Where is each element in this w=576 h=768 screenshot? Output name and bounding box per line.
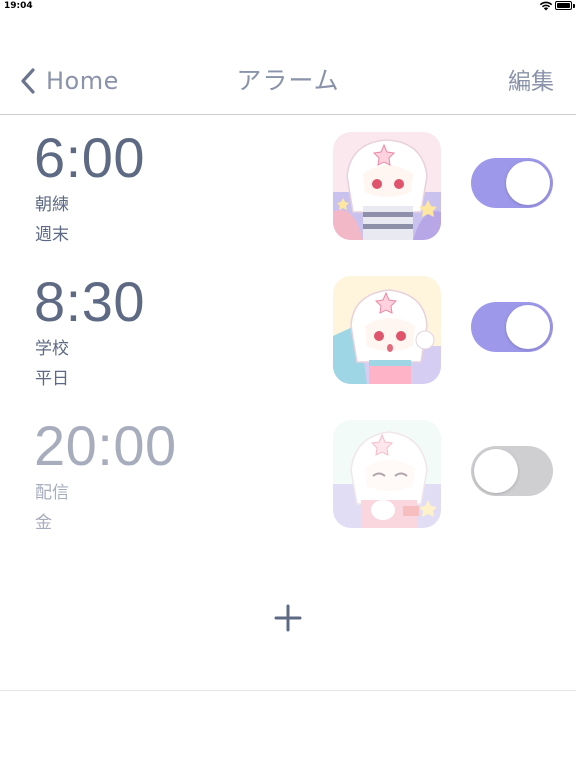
alarm-label: 朝練 — [35, 195, 69, 215]
alarm-time: 6:00 — [34, 126, 145, 189]
alarm-time: 20:00 — [34, 414, 177, 477]
alarm-row[interactable]: 6:00 朝練 週末 — [0, 116, 576, 260]
alarm-label: 学校 — [35, 339, 69, 359]
alarm-time: 8:30 — [34, 270, 145, 333]
wifi-icon — [539, 1, 553, 11]
toggle-knob — [506, 305, 550, 349]
alarm-character-image — [333, 420, 441, 528]
alarm-character-image — [333, 132, 441, 240]
alarm-repeat: 平日 — [35, 369, 69, 389]
status-time: 19:04 — [4, 1, 33, 11]
status-bar: 19:04 — [0, 0, 576, 14]
alarm-label: 配信 — [35, 483, 69, 503]
toggle-knob — [506, 161, 550, 205]
edit-button[interactable]: 編集 — [508, 65, 554, 99]
alarm-character-image — [333, 276, 441, 384]
divider — [0, 690, 576, 691]
toggle-knob — [474, 449, 518, 493]
alarm-repeat: 週末 — [35, 225, 69, 245]
navigation-bar: Home アラーム 編集 — [0, 50, 576, 115]
alarm-row[interactable]: 8:30 学校 平日 — [0, 260, 576, 404]
alarm-toggle[interactable] — [471, 446, 553, 496]
alarm-repeat: 金 — [35, 513, 52, 533]
alarm-toggle[interactable] — [471, 302, 553, 352]
plus-icon — [274, 604, 302, 632]
alarm-toggle[interactable] — [471, 158, 553, 208]
page-title: アラーム — [236, 66, 340, 95]
add-alarm-button[interactable] — [268, 598, 308, 638]
battery-icon — [555, 1, 575, 10]
alarm-row[interactable]: 20:00 配信 金 — [0, 404, 576, 548]
